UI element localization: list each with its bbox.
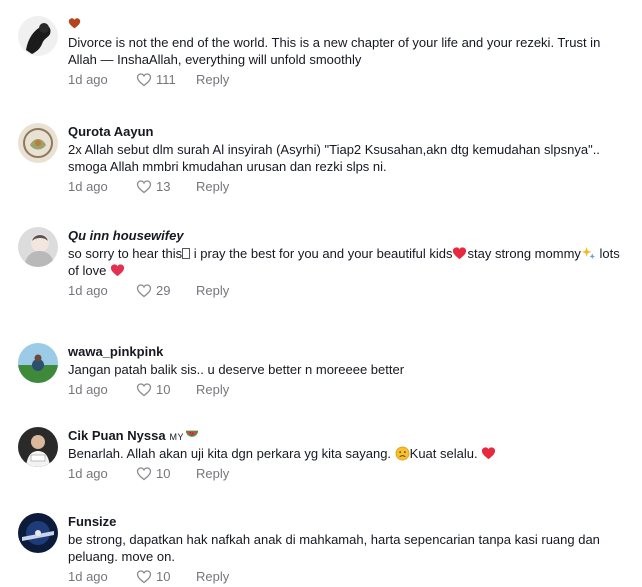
comment-time: 1d ago xyxy=(68,179,108,194)
heart-emoji xyxy=(68,18,81,29)
reply-button[interactable]: Reply xyxy=(196,381,229,399)
comment-time: 1d ago xyxy=(68,72,108,87)
like-count: 13 xyxy=(156,179,171,194)
username[interactable]: Qu inn housewifey xyxy=(68,227,630,245)
comment-text: be strong, dapatkan hak nafkah anak di m… xyxy=(68,532,600,564)
like-count: 10 xyxy=(156,569,171,584)
watermelon-emoji xyxy=(185,430,199,437)
reply-button[interactable]: Reply xyxy=(196,465,229,483)
avatar[interactable] xyxy=(18,427,58,467)
sad-face-emoji xyxy=(395,446,410,461)
reply-button[interactable]: Reply xyxy=(196,282,229,300)
like-count: 10 xyxy=(156,466,171,481)
red-heart-emoji xyxy=(453,247,467,260)
comment-text: Benarlah. Allah akan uji kita dgn perkar… xyxy=(68,445,630,462)
comment-text: so sorry to hear this i pray the best fo… xyxy=(68,246,620,278)
like-count: 111 xyxy=(156,72,176,87)
heart-outline-icon[interactable] xyxy=(136,382,152,398)
red-heart-emoji xyxy=(482,447,496,460)
username[interactable]: Qurota Aayun xyxy=(68,123,630,141)
heart-ribbon-emoji xyxy=(110,264,124,277)
heart-outline-icon[interactable] xyxy=(136,72,152,88)
heart-outline-icon[interactable] xyxy=(136,569,152,585)
username[interactable]: Cik Puan Nyssa MY xyxy=(68,427,630,445)
heart-outline-icon[interactable] xyxy=(136,179,152,195)
reply-button[interactable]: Reply xyxy=(196,178,229,196)
avatar[interactable] xyxy=(18,16,58,56)
comment-time: 1d ago xyxy=(68,382,108,397)
comment-time: 1d ago xyxy=(68,569,108,584)
reply-button[interactable]: Reply xyxy=(196,71,229,89)
comment-text: Divorce is not the end of the world. Thi… xyxy=(68,35,601,67)
comment-text: Jangan patah balik sis.. u deserve bette… xyxy=(68,362,405,377)
comment-time: 1d ago xyxy=(68,466,108,481)
avatar[interactable] xyxy=(18,343,58,383)
comment-text: 2x Allah sebut dlm surah Al insyirah (As… xyxy=(68,142,600,174)
missing-glyph-icon xyxy=(182,248,191,259)
avatar[interactable] xyxy=(18,123,58,163)
username-suffix: MY xyxy=(169,432,185,442)
username[interactable]: wawa_pinkpink xyxy=(68,343,630,361)
like-count: 10 xyxy=(156,382,171,397)
comment-time: 1d ago xyxy=(68,283,108,298)
avatar[interactable] xyxy=(18,513,58,553)
reply-button[interactable]: Reply xyxy=(196,568,229,586)
avatar[interactable] xyxy=(18,227,58,267)
heart-outline-icon[interactable] xyxy=(136,466,152,482)
heart-outline-icon[interactable] xyxy=(136,283,152,299)
username[interactable]: Funsize xyxy=(68,513,630,531)
sparkles-emoji xyxy=(581,246,595,260)
like-count: 29 xyxy=(156,283,171,298)
username[interactable] xyxy=(68,16,630,34)
